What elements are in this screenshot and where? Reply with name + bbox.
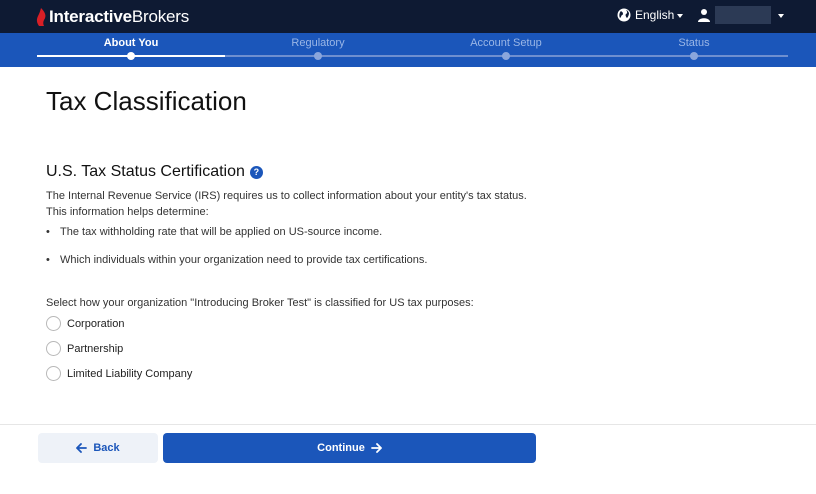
user-menu[interactable] [697,6,784,24]
user-icon [698,9,710,22]
radio-button[interactable] [46,341,61,356]
footer-divider [0,424,816,425]
section-title-text: U.S. Tax Status Certification [46,163,245,180]
arrow-left-icon [76,443,88,453]
language-selector[interactable]: English [617,8,684,22]
radio-label[interactable]: Limited Liability Company [67,368,192,380]
list-item-text: The tax withholding rate that will be ap… [60,226,383,238]
radio-button[interactable] [46,366,61,381]
chevron-down-icon [677,13,684,18]
flame-logo-icon [36,8,46,26]
bullet-icon: • [46,226,50,238]
bullet-icon: • [46,254,50,266]
brand-name-bold: Interactive [49,7,132,26]
back-button[interactable]: Back [38,433,158,463]
list-item-text: Which individuals within your organizati… [60,254,428,266]
list-item: • Which individuals within your organiza… [46,254,427,266]
help-icon[interactable]: ? [249,165,263,179]
username-redacted [715,6,771,24]
list-item: • The tax withholding rate that will be … [46,226,382,238]
arrow-right-icon [370,443,382,453]
radio-label[interactable]: Corporation [67,318,124,330]
brand-name-regular: Brokers [131,7,190,26]
step-status: Status [678,37,710,49]
progress-stepper: About You Regulatory Account Setup Statu… [0,33,816,67]
step-dot-about-you [127,52,135,60]
radio-partnership[interactable]: Partnership [46,341,123,356]
radio-button[interactable] [46,316,61,331]
radio-corporation[interactable]: Corporation [46,316,124,331]
language-label: English [635,8,675,22]
step-about-you: About You [103,37,159,49]
continue-button-label: Continue [317,442,365,454]
classification-prompt: Select how your organization "Introducin… [46,297,474,309]
step-dot-status [690,52,698,60]
step-regulatory: Regulatory [291,37,345,49]
top-navigation-bar: InteractiveBrokers English [0,0,816,33]
page-title: Tax Classification [46,86,247,116]
brand-logo[interactable]: InteractiveBrokers [36,7,189,27]
radio-label[interactable]: Partnership [67,343,123,355]
step-dot-regulatory [314,52,322,60]
section-title: U.S. Tax Status Certification ? [46,163,263,181]
radio-limited-liability-company[interactable]: Limited Liability Company [46,366,192,381]
chevron-down-icon [778,13,784,18]
step-dot-account-setup [502,52,510,60]
step-account-setup: Account Setup [470,37,542,49]
globe-icon [617,8,631,22]
continue-button[interactable]: Continue [163,433,536,463]
back-button-label: Back [93,442,120,454]
brand-name: InteractiveBrokers [49,7,189,27]
intro-paragraph: The Internal Revenue Service (IRS) requi… [46,190,527,218]
